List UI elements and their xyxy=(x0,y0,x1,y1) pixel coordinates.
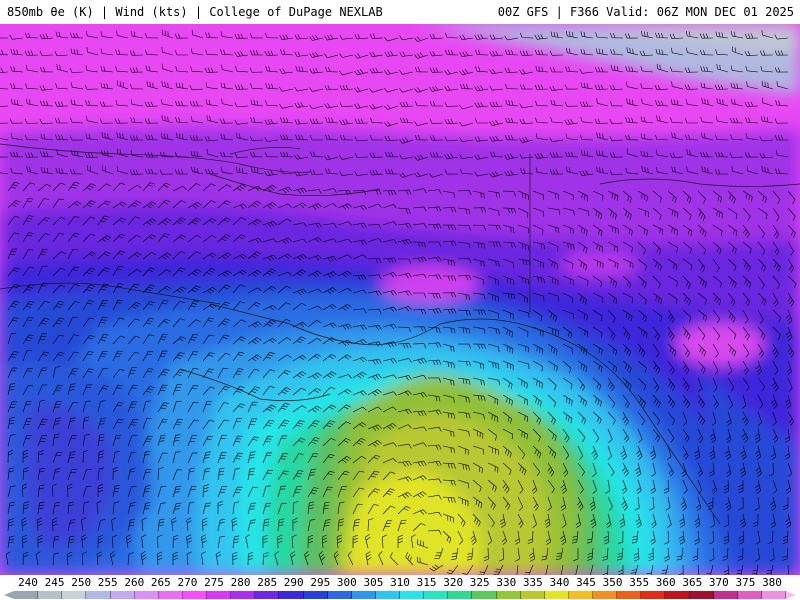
header-bar: 850mb θe (K) | Wind (kts) | College of D… xyxy=(0,0,800,25)
colorbar-swatch xyxy=(303,591,328,599)
colorbar-swatch xyxy=(279,591,304,599)
colorbar-swatch xyxy=(207,591,232,599)
colorbar-tick-label: 335 xyxy=(522,576,543,589)
colorbar-swatch xyxy=(255,591,280,599)
colorbar-tick-label: 240 xyxy=(18,576,38,589)
colorbar-tick-label: 290 xyxy=(283,576,304,589)
colorbar-swatch xyxy=(351,591,376,599)
colorbar-swatch xyxy=(400,591,425,599)
colorbar-swatch xyxy=(665,591,690,599)
colorbar-legend: 240 245 250 255 260 265 270 275 280 285 290 295 300 3… xyxy=(0,575,800,600)
colorbar-tick-label: 365 xyxy=(682,576,703,589)
colorbar-tick-label: 255 xyxy=(97,576,118,589)
colorbar-swatch xyxy=(327,591,352,599)
colorbar-tick-label: 355 xyxy=(629,576,650,589)
colorbar-tick-label: 310 xyxy=(390,576,410,589)
colorbar-swatch xyxy=(110,591,135,599)
colorbar-tick-label: 345 xyxy=(576,576,596,589)
colorbar-tick-label: 375 xyxy=(735,576,756,589)
colorbar-swatch xyxy=(617,591,642,599)
colorbar-swatch xyxy=(448,591,473,599)
header-model-run: 00Z GFS | F366 Valid: 06Z MON DEC 01 202… xyxy=(497,5,794,19)
colorbar-tick-label: 305 xyxy=(363,576,384,589)
colorbar-swatch xyxy=(737,591,762,599)
colorbar-tick-label: 265 xyxy=(150,576,171,589)
colorbar-swatch xyxy=(38,591,63,599)
colorbar xyxy=(14,591,786,599)
colorbar-tick-label: 380 xyxy=(762,576,782,589)
colorbar-swatch xyxy=(86,591,111,599)
colorbar-tick-label: 320 xyxy=(443,576,464,589)
theta-e-field xyxy=(0,24,800,575)
colorbar-tick-label: 300 xyxy=(336,576,357,589)
colorbar-tick-label: 275 xyxy=(204,576,224,589)
colorbar-swatch xyxy=(472,591,497,599)
colorbar-swatch xyxy=(689,591,714,599)
colorbar-tick-label: 280 xyxy=(230,576,251,589)
colorbar-swatch xyxy=(593,591,618,599)
colorbar-left-arrow xyxy=(4,591,14,599)
colorbar-tick-label: 295 xyxy=(310,576,331,589)
colorbar-tick-label: 360 xyxy=(655,576,676,589)
colorbar-swatch xyxy=(568,591,593,599)
colorbar-swatch xyxy=(544,591,569,599)
colorbar-tick-label: 340 xyxy=(549,576,570,589)
colorbar-swatch xyxy=(424,591,449,599)
colorbar-swatch xyxy=(713,591,738,599)
colorbar-swatch xyxy=(231,591,256,599)
colorbar-tick-label: 270 xyxy=(177,576,198,589)
colorbar-swatch xyxy=(761,591,786,599)
colorbar-right-arrow xyxy=(786,591,796,599)
colorbar-swatch xyxy=(158,591,183,599)
colorbar-tick-label: 350 xyxy=(602,576,623,589)
colorbar-swatch xyxy=(14,591,39,599)
colorbar-swatch xyxy=(134,591,159,599)
colorbar-tick-label: 285 xyxy=(257,576,278,589)
colorbar-tick-label: 315 xyxy=(416,576,437,589)
colorbar-swatch xyxy=(182,591,207,599)
weather-map xyxy=(0,24,800,575)
colorbar-swatch xyxy=(375,591,400,599)
colorbar-tick-label: 330 xyxy=(496,576,517,589)
colorbar-swatch xyxy=(496,591,521,599)
colorbar-tick-label: 325 xyxy=(469,576,490,589)
colorbar-swatch xyxy=(520,591,545,599)
header-title: 850mb θe (K) | Wind (kts) | College of D… xyxy=(7,5,383,19)
colorbar-tick-label: 250 xyxy=(71,576,92,589)
colorbar-tick-label: 260 xyxy=(124,576,145,589)
colorbar-swatch xyxy=(62,591,87,599)
colorbar-labels: 240 245 250 255 260 265 270 275 280 285 290 295 300 3… xyxy=(0,575,800,589)
colorbar-tick-label: 370 xyxy=(708,576,729,589)
colorbar-swatch xyxy=(641,591,666,599)
colorbar-tick-label: 245 xyxy=(44,576,65,589)
